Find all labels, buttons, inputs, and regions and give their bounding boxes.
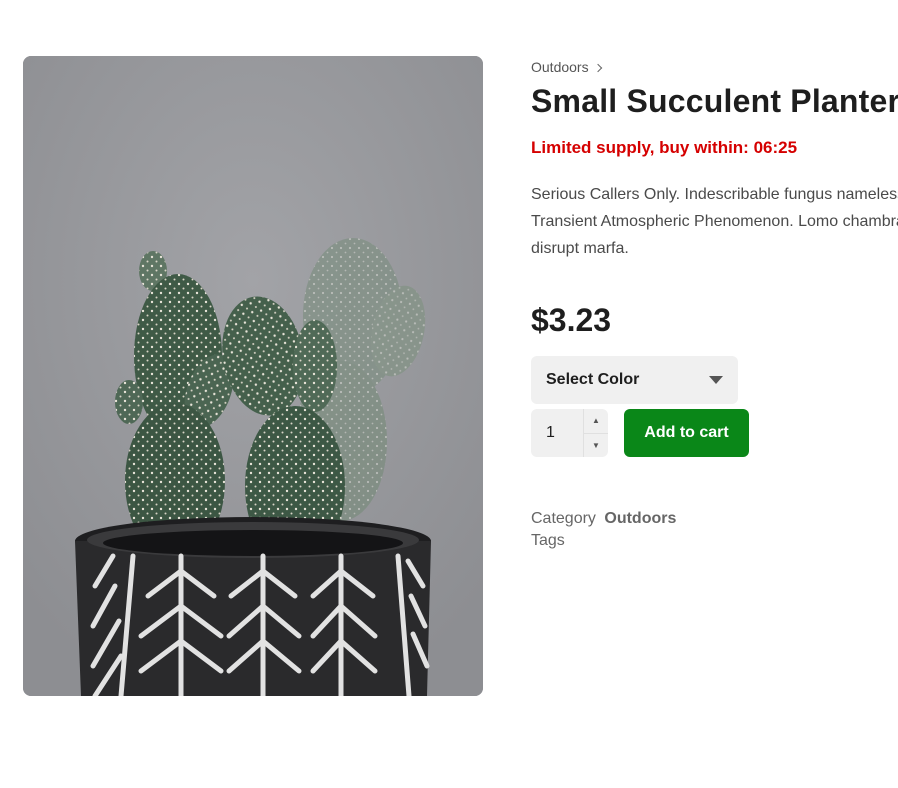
category-row: Category Outdoors (531, 508, 898, 530)
product-description: Serious Callers Only. Indescribable fung… (531, 181, 898, 262)
chevron-right-icon (593, 63, 602, 72)
product-title: Small Succulent Planter Pot (531, 83, 898, 119)
product-meta: Category Outdoors Tags (531, 508, 898, 552)
product-summary: Outdoors Small Succulent Planter Pot Lim… (531, 58, 898, 552)
breadcrumb-category[interactable]: Outdoors (531, 59, 589, 75)
product-page: Outdoors Small Succulent Planter Pot Lim… (0, 0, 898, 788)
product-image[interactable] (23, 56, 483, 696)
breadcrumb[interactable]: Outdoors (531, 58, 898, 76)
category-label: Category (531, 510, 596, 527)
urgency-timer: Limited supply, buy within: 06:25 (531, 138, 798, 157)
quantity-stepper[interactable]: 1 ▲ ▼ (531, 409, 608, 457)
caret-down-icon (709, 376, 723, 384)
color-select-label: Select Color (546, 371, 640, 388)
description-line: Serious Callers Only. Indescribable fung… (531, 186, 898, 203)
quantity-value[interactable]: 1 (546, 424, 555, 442)
add-to-cart-row: 1 ▲ ▼ Add to cart (531, 409, 898, 457)
decrement-icon[interactable]: ▼ (584, 434, 608, 458)
tags-row: Tags (531, 530, 898, 552)
cactus-pot-illustration (23, 56, 483, 696)
category-link[interactable]: Outdoors (604, 510, 676, 527)
color-select[interactable]: Select Color (531, 356, 738, 404)
tags-label: Tags (531, 532, 565, 549)
description-line: Transient Atmospheric Phenomenon. Lomo c… (531, 213, 898, 230)
increment-icon[interactable]: ▲ (584, 409, 608, 434)
description-line: disrupt marfa. (531, 240, 629, 257)
quantity-spinner: ▲ ▼ (583, 409, 608, 457)
add-to-cart-button[interactable]: Add to cart (624, 409, 749, 457)
product-price: $3.23 (531, 302, 612, 338)
